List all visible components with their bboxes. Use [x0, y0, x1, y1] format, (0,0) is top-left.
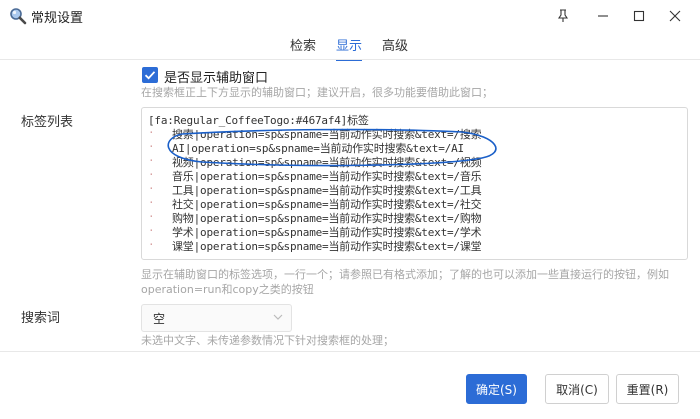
- close-icon: [669, 10, 681, 22]
- chevron-down-icon: [273, 314, 283, 320]
- search-term-select[interactable]: 空: [141, 304, 292, 332]
- reset-button[interactable]: 重置(R): [616, 374, 679, 404]
- tag-list-label: 标签列表: [21, 115, 74, 130]
- close-button[interactable]: [658, 4, 692, 28]
- ai-line-highlight: [167, 128, 497, 167]
- search-term-value: 空: [153, 312, 166, 326]
- pin-icon: [557, 9, 569, 22]
- show-helper-hint: 在搜索框正上下方显示的辅助窗口；建议开启，很多功能要借助此窗口；: [141, 86, 493, 99]
- window-title: 常规设置: [31, 11, 84, 26]
- maximize-button[interactable]: [622, 4, 656, 28]
- minimize-button[interactable]: [586, 4, 620, 28]
- pin-button[interactable]: [546, 4, 580, 28]
- show-helper-checkbox[interactable]: [142, 67, 158, 83]
- tab-advanced[interactable]: 高级: [372, 33, 418, 57]
- tab-bar: 检索 显示 高级: [280, 33, 418, 61]
- ok-button[interactable]: 确定(S): [466, 374, 527, 404]
- maximize-icon: [633, 10, 645, 22]
- tab-search[interactable]: 检索: [280, 33, 326, 57]
- tag-list-textarea[interactable]: [fa:Regular_CoffeeTogo:#467af4]标签 · 搜索|o…: [141, 107, 688, 260]
- title-bar: 常规设置: [0, 0, 700, 32]
- tab-divider: [0, 59, 700, 60]
- checkmark-icon: [144, 71, 156, 80]
- tab-display[interactable]: 显示: [326, 33, 372, 61]
- search-term-hint: 未选中文字、未传递参数情况下针对搜索框的处理；: [141, 334, 394, 347]
- cancel-button[interactable]: 取消(C): [545, 374, 609, 404]
- minimize-icon: [598, 15, 608, 17]
- tag-list-hint-line2: operation=run和copy之类的按钮: [141, 283, 314, 296]
- search-app-icon: [10, 8, 27, 25]
- search-term-label: 搜索词: [21, 311, 61, 326]
- footer-divider: [0, 351, 700, 352]
